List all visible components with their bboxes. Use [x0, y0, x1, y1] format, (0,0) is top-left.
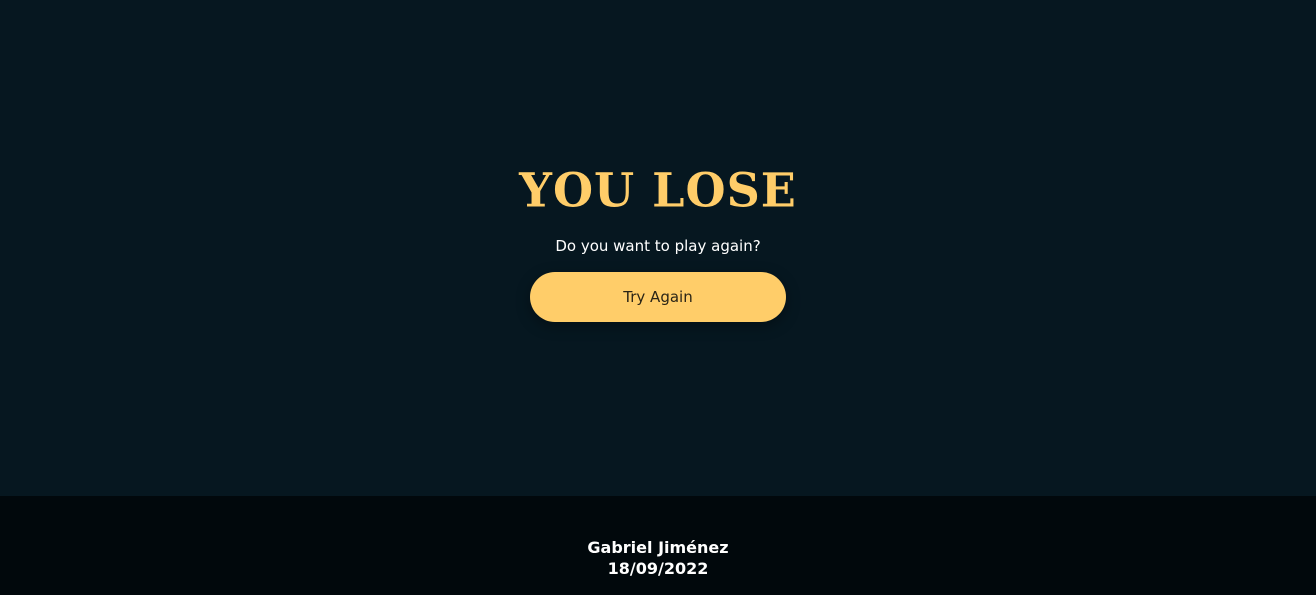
play-again-prompt: Do you want to play again? [555, 237, 761, 255]
game-over-panel: YOU LOSE Do you want to play again? Try … [0, 160, 1316, 322]
footer: Gabriel Jiménez 18/09/2022 [0, 496, 1316, 595]
game-page: YOU LOSE Do you want to play again? Try … [0, 0, 1316, 595]
try-again-button[interactable]: Try Again [530, 272, 786, 322]
footer-credits: Gabriel Jiménez 18/09/2022 [587, 537, 728, 579]
footer-date: 18/09/2022 [607, 559, 709, 578]
try-again-label: Try Again [623, 288, 693, 306]
game-over-screen: YOU LOSE Do you want to play again? Try … [0, 0, 1316, 496]
game-over-title: YOU LOSE [519, 162, 797, 218]
footer-author: Gabriel Jiménez [587, 538, 729, 557]
